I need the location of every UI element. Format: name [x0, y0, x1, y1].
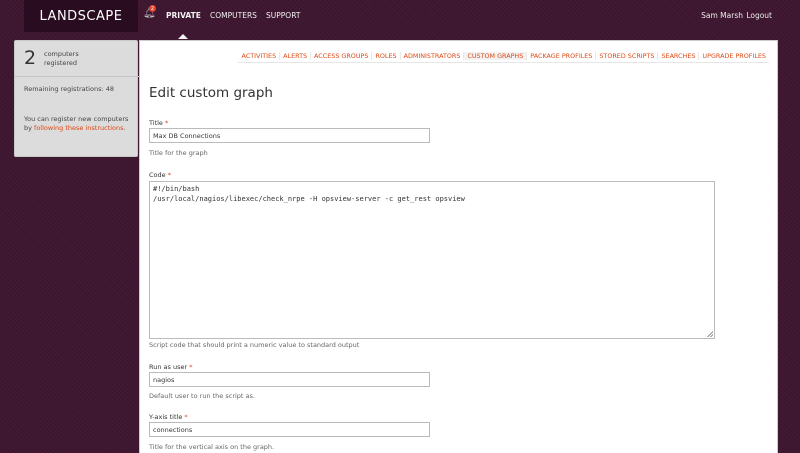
run-as-user-input[interactable] [149, 372, 430, 387]
title-input[interactable] [149, 128, 430, 143]
register-instructions: You can register new computers by follow… [24, 115, 136, 133]
tab-activities[interactable]: ACTIVITIES [238, 52, 281, 60]
y-axis-help: Title for the vertical axis on the graph… [149, 443, 275, 451]
instructions-link[interactable]: following these instructions [34, 124, 123, 132]
tab-administrators[interactable]: ADMINISTRATORS [401, 52, 465, 60]
code-help: Script code that should print a numeric … [149, 341, 360, 349]
resize-handle[interactable] [707, 331, 713, 337]
register-suffix: . [123, 124, 126, 132]
code-text: #!/bin/bash /usr/local/nagios/libexec/ch… [153, 185, 465, 203]
code-label-text: Code [149, 171, 166, 179]
y-axis-required-mark: * [184, 413, 188, 421]
tab-package-profiles[interactable]: PACKAGE PROFILES [527, 52, 597, 60]
tab-roles[interactable]: ROLES [372, 52, 401, 60]
logout-link[interactable]: Logout [746, 11, 772, 20]
title-help: Title for the graph [149, 149, 208, 157]
run-as-label: Run as user * [149, 363, 192, 371]
nav-computers[interactable]: COMPUTERS [210, 11, 257, 20]
page-title: Edit custom graph [149, 85, 273, 101]
computer-count-label: computers registered [44, 50, 79, 67]
remaining-registrations: Remaining registrations: 48 [24, 85, 114, 93]
top-bar: LANDSCAPE 🔔︎ 2 PRIVATE COMPUTERS SUPPORT… [0, 0, 800, 34]
account-tabs: ACTIVITIES ALERTS ACCESS GROUPS ROLES AD… [238, 52, 769, 63]
nav-private[interactable]: PRIVATE [166, 11, 201, 20]
user-name[interactable]: Sam Marsh [701, 11, 743, 20]
nav-active-pointer [178, 34, 188, 39]
run-as-label-text: Run as user [149, 363, 188, 371]
nav-support[interactable]: SUPPORT [266, 11, 300, 20]
run-as-required-mark: * [189, 363, 193, 371]
code-textarea[interactable]: #!/bin/bash /usr/local/nagios/libexec/ch… [149, 181, 715, 339]
tab-stored-scripts[interactable]: STORED SCRIPTS [596, 52, 659, 60]
alerts-badge[interactable]: 2 [149, 5, 156, 12]
tab-upgrade-profiles[interactable]: UPGRADE PROFILES [699, 52, 769, 60]
landscape-logo[interactable]: LANDSCAPE [24, 0, 138, 32]
code-label: Code * [149, 171, 171, 179]
registration-summary: 2 computers registered [15, 41, 139, 77]
y-axis-title-input[interactable] [149, 422, 430, 437]
tab-custom-graphs[interactable]: CUSTOM GRAPHS [464, 52, 528, 60]
registration-panel: 2 computers registered Remaining registr… [14, 40, 139, 157]
y-axis-label: Y-axis title * [149, 413, 188, 421]
tab-access-groups[interactable]: ACCESS GROUPS [311, 52, 373, 60]
y-axis-label-text: Y-axis title [149, 413, 183, 421]
computer-count: 2 [24, 47, 37, 69]
run-as-help: Default user to run the script as. [149, 392, 255, 400]
title-required-mark: * [165, 119, 169, 127]
title-label: Title * [149, 119, 168, 127]
tab-searches[interactable]: SEARCHES [658, 52, 700, 60]
main-panel: ACTIVITIES ALERTS ACCESS GROUPS ROLES AD… [139, 40, 778, 453]
title-label-text: Title [149, 119, 163, 127]
code-required-mark: * [167, 171, 171, 179]
tab-alerts[interactable]: ALERTS [280, 52, 312, 60]
